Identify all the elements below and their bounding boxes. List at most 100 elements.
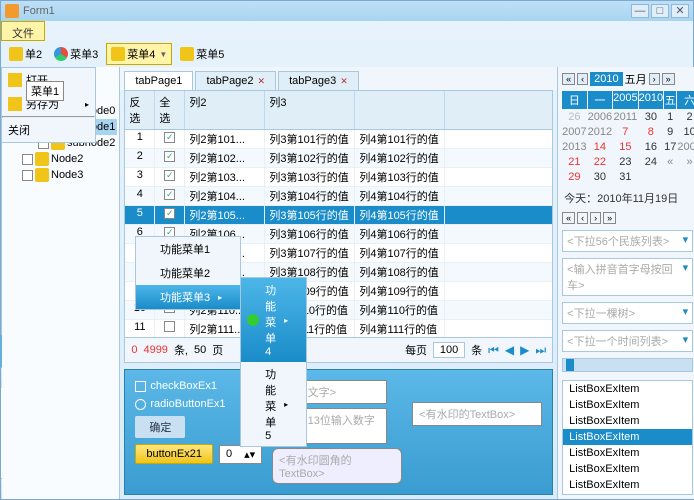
- cal-day[interactable]: 2012: [588, 125, 612, 139]
- combo-time[interactable]: <下拉一个时间列表>: [562, 330, 693, 352]
- cal-day[interactable]: 1: [664, 110, 676, 124]
- header-col2[interactable]: 列2: [185, 91, 265, 129]
- cal-day[interactable]: 24: [639, 155, 663, 169]
- toolbar-menu3[interactable]: 菜单3: [50, 44, 102, 64]
- cal-day[interactable]: 10: [677, 125, 694, 139]
- cal-day[interactable]: 2009: [677, 140, 694, 154]
- row-checkbox[interactable]: ✓: [155, 168, 185, 186]
- row-checkbox[interactable]: ✓: [155, 130, 185, 148]
- toolbar-menu2[interactable]: 单2: [5, 44, 46, 64]
- header-col3[interactable]: 列3: [265, 91, 355, 129]
- list-item[interactable]: ListBoxExItem: [563, 429, 692, 445]
- header-col4[interactable]: [355, 91, 445, 129]
- combo-pinyin[interactable]: <输入拼音首字母按回车>: [562, 258, 693, 296]
- listbox[interactable]: ListBoxExItemListBoxExItemListBoxExItemL…: [562, 380, 693, 495]
- cal-day[interactable]: 29: [562, 170, 586, 184]
- calendar-grid[interactable]: 日一20052010五六2526200620113012320072012789…: [562, 91, 693, 184]
- titlebar[interactable]: Form1 — □ ✕: [1, 1, 693, 21]
- maximize-button[interactable]: □: [651, 4, 669, 18]
- pager-prev[interactable]: ◀: [505, 343, 514, 357]
- menu-file[interactable]: 文件: [1, 21, 45, 41]
- list-item[interactable]: ListBoxExItem: [563, 445, 692, 461]
- cal-day[interactable]: 30: [588, 170, 612, 184]
- cal-day[interactable]: «: [664, 155, 676, 169]
- year-next[interactable]: ›: [649, 73, 660, 85]
- row-checkbox[interactable]: ✓: [155, 187, 185, 205]
- tree-node2[interactable]: Node2: [4, 151, 117, 167]
- close-icon[interactable]: ✕: [340, 76, 348, 87]
- checkbox[interactable]: [22, 170, 33, 181]
- cal-day[interactable]: 8: [639, 125, 663, 139]
- cal-day[interactable]: 17: [664, 140, 676, 154]
- year-first[interactable]: «: [562, 73, 575, 85]
- calendar-today[interactable]: 今天：2010年11月19日: [562, 188, 693, 208]
- spinner[interactable]: 0▴▾: [219, 445, 262, 464]
- pager-next[interactable]: ▶: [520, 343, 529, 357]
- list-item[interactable]: ListBoxExItem: [563, 397, 692, 413]
- row-checkbox[interactable]: ✓: [155, 206, 185, 224]
- cal-day[interactable]: 22: [588, 155, 612, 169]
- cal-day[interactable]: [677, 170, 694, 184]
- ctx-item-1[interactable]: 功能菜单1: [136, 237, 240, 261]
- slider-thumb[interactable]: [566, 359, 574, 371]
- menu-close[interactable]: 关闭: [2, 118, 95, 142]
- close-icon[interactable]: ✕: [258, 76, 266, 87]
- cal-day[interactable]: 9: [664, 125, 676, 139]
- pager-last[interactable]: ⏭: [535, 343, 546, 358]
- toolbar-menu5[interactable]: 菜单5: [176, 44, 228, 64]
- nav-last[interactable]: »: [603, 212, 616, 224]
- minimize-button[interactable]: —: [631, 4, 649, 18]
- cal-day[interactable]: 2: [677, 110, 694, 124]
- cal-day[interactable]: 2013: [562, 140, 586, 154]
- combo-ethnic[interactable]: <下拉56个民族列表>: [562, 230, 693, 252]
- pager-first[interactable]: ⏮: [488, 343, 499, 358]
- year-last[interactable]: »: [662, 73, 675, 85]
- list-item[interactable]: ListBoxExItem: [563, 461, 692, 477]
- cal-day[interactable]: 21: [562, 155, 586, 169]
- calendar-month[interactable]: 五月: [625, 71, 647, 87]
- toolbar-menu4[interactable]: 菜单4▼: [106, 43, 172, 65]
- year-prev[interactable]: ‹: [577, 73, 588, 85]
- ctx-sub-5[interactable]: 功能菜单5: [241, 362, 306, 446]
- watermark-textbox-4[interactable]: <有水印的TextBox>: [412, 402, 542, 426]
- toolbar-dropdown-item[interactable]: 菜单1: [26, 81, 64, 101]
- cal-day[interactable]: 7: [613, 125, 637, 139]
- cal-day[interactable]: [639, 170, 663, 184]
- header-invert[interactable]: 反选: [125, 91, 155, 129]
- cal-day[interactable]: 2007: [562, 125, 586, 139]
- list-item[interactable]: ListBoxExItem: [563, 477, 692, 493]
- tab-page2[interactable]: tabPage2✕: [195, 71, 276, 90]
- close-button[interactable]: ✕: [671, 4, 689, 18]
- ctx-item-3[interactable]: 功能菜单3: [136, 285, 240, 309]
- calendar-year[interactable]: 2010: [590, 72, 622, 86]
- row-checkbox[interactable]: ✓: [155, 149, 185, 167]
- cal-day[interactable]: 14: [588, 140, 612, 154]
- tab-page1[interactable]: tabPage1: [124, 71, 193, 90]
- tree-node3[interactable]: Node3: [4, 167, 117, 183]
- cal-day[interactable]: 31: [613, 170, 637, 184]
- tab-page3[interactable]: tabPage3✕: [278, 71, 359, 90]
- table-row[interactable]: 11列2第111...列3第111行的值列4第111行的值: [125, 320, 552, 338]
- spinner-buttons[interactable]: ▴▾: [238, 446, 261, 463]
- ctx-sub-4[interactable]: 功能菜单4: [241, 278, 306, 362]
- cal-day[interactable]: »: [677, 155, 694, 169]
- cal-day[interactable]: 2006: [588, 110, 612, 124]
- cal-day[interactable]: 16: [639, 140, 663, 154]
- row-checkbox[interactable]: [155, 320, 185, 338]
- list-item[interactable]: ListBoxExItem: [563, 413, 692, 429]
- table-row[interactable]: 1✓列2第101...列3第101行的值列4第101行的值: [125, 130, 552, 149]
- table-row[interactable]: 2✓列2第102...列3第102行的值列4第102行的值: [125, 149, 552, 168]
- checkbox[interactable]: [22, 154, 33, 165]
- combo-tree[interactable]: <下拉一棵树>: [562, 302, 693, 324]
- cal-day[interactable]: [664, 170, 676, 184]
- cal-day[interactable]: 30: [639, 110, 663, 124]
- table-row[interactable]: 4✓列2第104...列3第104行的值列4第104行的值: [125, 187, 552, 206]
- cal-day[interactable]: 26: [562, 110, 586, 124]
- header-selectall[interactable]: 全选: [155, 91, 185, 129]
- slider[interactable]: [562, 358, 693, 372]
- cal-day[interactable]: 23: [613, 155, 637, 169]
- watermark-textbox-3[interactable]: <有水印圆角的TextBox>: [272, 448, 402, 484]
- nav-prev[interactable]: ‹: [577, 212, 588, 224]
- list-item[interactable]: ListBoxExItem: [563, 381, 692, 397]
- nav-next[interactable]: ›: [590, 212, 601, 224]
